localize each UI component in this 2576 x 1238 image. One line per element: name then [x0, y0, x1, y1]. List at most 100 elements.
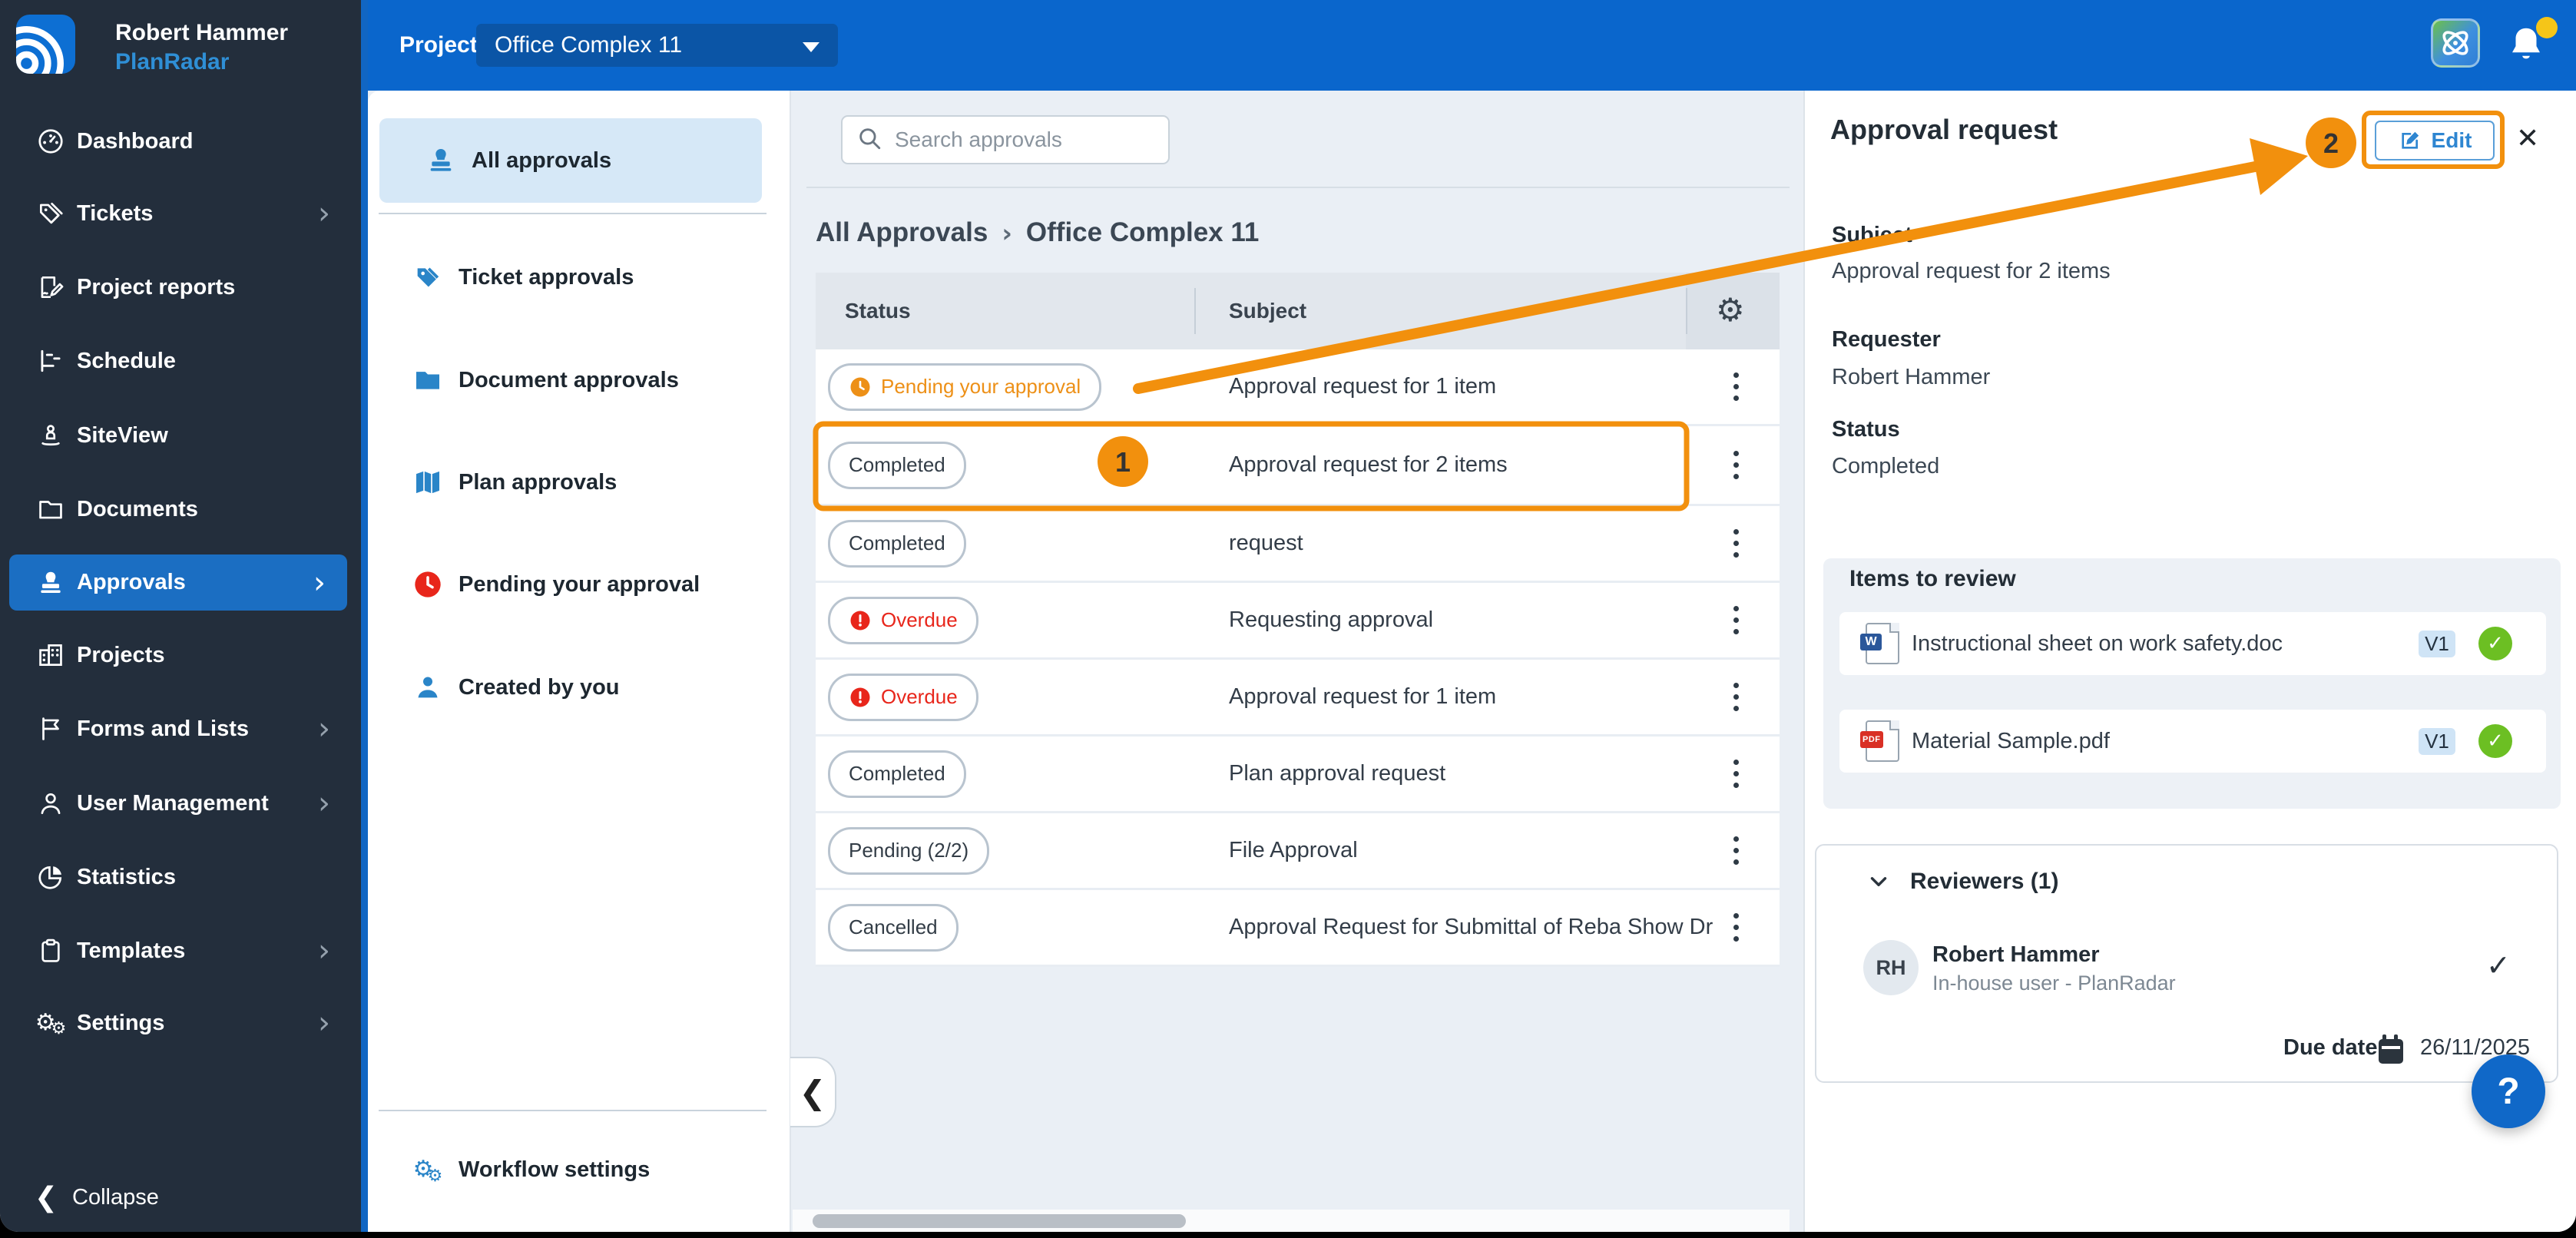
sidebar-item-projects[interactable]: Projects: [0, 628, 361, 682]
edit-button[interactable]: Edit: [2375, 121, 2495, 161]
sidebar-item-label: Documents: [77, 497, 198, 522]
collapse-filter-panel-tab[interactable]: ❮: [790, 1057, 836, 1127]
notifications-button[interactable]: [2505, 22, 2551, 69]
sidebar-item-siteview[interactable]: SiteView: [0, 409, 361, 462]
gears-icon: ⚙⚙: [35, 1008, 66, 1038]
field-value-requester: Robert Hammer: [1832, 365, 1990, 390]
field-value-subject: Approval request for 2 items: [1832, 259, 2111, 284]
row-subject: Requesting approval: [1229, 607, 1433, 633]
user-company[interactable]: PlanRadar: [115, 49, 229, 75]
filter-item-created-by-you[interactable]: Created by you: [368, 660, 790, 714]
panel-title: Approval request: [1830, 114, 2058, 146]
workflow-gears-icon: ⚙⚙: [411, 1153, 445, 1187]
row-menu-kebab-icon[interactable]: [1720, 427, 1751, 504]
pie-chart-icon: [35, 862, 66, 892]
project-dropdown[interactable]: Office Complex 11: [476, 24, 838, 67]
sidebar-item-templates[interactable]: Templates ›: [0, 924, 361, 978]
help-button[interactable]: ?: [2472, 1054, 2545, 1128]
due-date-label: Due date: [2283, 1035, 2377, 1061]
filter-item-label: Ticket approvals: [459, 265, 634, 290]
filter-item-label: Document approvals: [459, 368, 679, 393]
row-menu-kebab-icon[interactable]: [1720, 349, 1751, 425]
table-row[interactable]: Overdue Requesting approval: [816, 583, 1780, 660]
row-subject: Approval Request for Submittal of Reba S…: [1229, 915, 1713, 940]
user-icon: [35, 788, 66, 819]
sidebar-item-label: Schedule: [77, 349, 176, 374]
row-menu-kebab-icon[interactable]: [1720, 582, 1751, 659]
review-item-card[interactable]: PDF Material Sample.pdf V1 ✓: [1839, 710, 2546, 773]
filter-item-pending-your-approval[interactable]: Pending your approval: [368, 558, 790, 611]
project-dropdown-value: Office Complex 11: [495, 32, 682, 58]
table-row[interactable]: Cancelled Approval Request for Submittal…: [816, 890, 1780, 967]
project-label: Project: [399, 0, 478, 91]
person-pin-icon: [35, 420, 66, 451]
sidebar-item-label: User Management: [77, 791, 269, 816]
filter-item-label: Pending your approval: [459, 572, 700, 597]
row-subject: File Approval: [1229, 838, 1358, 863]
chevron-down-icon: [803, 42, 819, 52]
filter-item-workflow-settings[interactable]: ⚙⚙ Workflow settings: [368, 1143, 790, 1197]
sidebar-item-dashboard[interactable]: Dashboard: [0, 114, 361, 168]
table-row[interactable]: Pending your approval Approval request f…: [816, 349, 1780, 426]
sidebar-item-schedule[interactable]: Schedule: [0, 334, 361, 388]
chevron-right-icon: ›: [318, 1008, 330, 1038]
sidebar-item-settings[interactable]: ⚙⚙ Settings ›: [0, 996, 361, 1050]
row-menu-kebab-icon[interactable]: [1720, 659, 1751, 736]
close-icon[interactable]: ✕: [2516, 123, 2539, 154]
sidebar-item-documents[interactable]: Documents: [0, 482, 361, 536]
chevron-right-icon: ›: [318, 788, 330, 819]
sidebar-item-forms-and-lists[interactable]: Forms and Lists ›: [0, 702, 361, 756]
sidebar-collapse-button[interactable]: ❮ Collapse: [0, 1170, 361, 1224]
filter-item-label: Created by you: [459, 675, 620, 700]
sidebar-item-project-reports[interactable]: Project reports: [0, 260, 361, 314]
divider: [379, 1110, 767, 1111]
collapse-label: Collapse: [72, 1185, 159, 1210]
filter-item-all-approvals[interactable]: All approvals: [379, 118, 762, 203]
map-icon: [411, 465, 445, 499]
status-badge: Completed: [828, 442, 966, 489]
status-badge: Overdue: [828, 674, 978, 721]
file-name: Instructional sheet on work safety.doc: [1912, 631, 2283, 657]
filter-item-plan-approvals[interactable]: Plan approvals: [368, 455, 790, 509]
filter-item-label: Plan approvals: [459, 470, 617, 495]
connect-app-icon[interactable]: [2431, 18, 2480, 68]
row-menu-kebab-icon[interactable]: [1720, 505, 1751, 582]
table-column-settings-gear-icon[interactable]: ⚙: [1716, 294, 1745, 326]
filter-item-ticket-approvals[interactable]: Ticket approvals: [368, 250, 790, 304]
reviewers-title: Reviewers (1): [1910, 869, 2058, 895]
column-header-status[interactable]: Status: [845, 273, 911, 349]
sidebar-item-approvals[interactable]: Approvals ›: [9, 554, 347, 611]
sidebar-item-label: Forms and Lists: [77, 717, 249, 742]
table-row[interactable]: Pending (2/2) File Approval: [816, 813, 1780, 890]
row-menu-kebab-icon[interactable]: [1720, 736, 1751, 813]
breadcrumb-all-approvals[interactable]: All Approvals: [816, 217, 988, 248]
edit-button-label: Edit: [2432, 128, 2472, 153]
clipboard-icon: [35, 935, 66, 966]
horizontal-scrollbar-track[interactable]: [793, 1210, 1790, 1232]
search-input[interactable]: [893, 127, 1150, 153]
row-menu-kebab-icon[interactable]: [1720, 889, 1751, 966]
reviewer-name: Robert Hammer: [1932, 942, 2100, 968]
table-row[interactable]: Completed Plan approval request: [816, 737, 1780, 813]
row-subject: Approval request for 1 item: [1229, 684, 1496, 710]
reviewers-toggle[interactable]: Reviewers (1): [1866, 869, 2058, 895]
table-row[interactable]: Completed request: [816, 506, 1780, 583]
review-item-card[interactable]: W Instructional sheet on work safety.doc…: [1839, 612, 2546, 675]
field-label-requester: Requester: [1832, 327, 1941, 353]
sidebar-item-user-management[interactable]: User Management ›: [0, 776, 361, 830]
sidebar-item-statistics[interactable]: Statistics: [0, 850, 361, 904]
table-row[interactable]: Overdue Approval request for 1 item: [816, 660, 1780, 737]
filter-item-document-approvals[interactable]: Document approvals: [368, 353, 790, 407]
status-text: Completed: [849, 453, 945, 477]
sidebar-item-tickets[interactable]: Tickets ›: [0, 187, 361, 240]
column-header-subject[interactable]: Subject: [1229, 273, 1306, 349]
row-subject: Approval request for 1 item: [1229, 374, 1496, 399]
horizontal-scrollbar-thumb[interactable]: [813, 1214, 1186, 1228]
row-menu-kebab-icon[interactable]: [1720, 813, 1751, 889]
folder-icon: [411, 363, 445, 397]
clock-icon: [849, 376, 872, 399]
stamp-icon: [35, 568, 66, 598]
approvals-filter-panel: All approvals Ticket approvals Document …: [368, 91, 791, 1232]
notification-badge: [2536, 17, 2558, 38]
table-row-highlighted[interactable]: Completed Approval request for 2 items: [816, 426, 1780, 506]
